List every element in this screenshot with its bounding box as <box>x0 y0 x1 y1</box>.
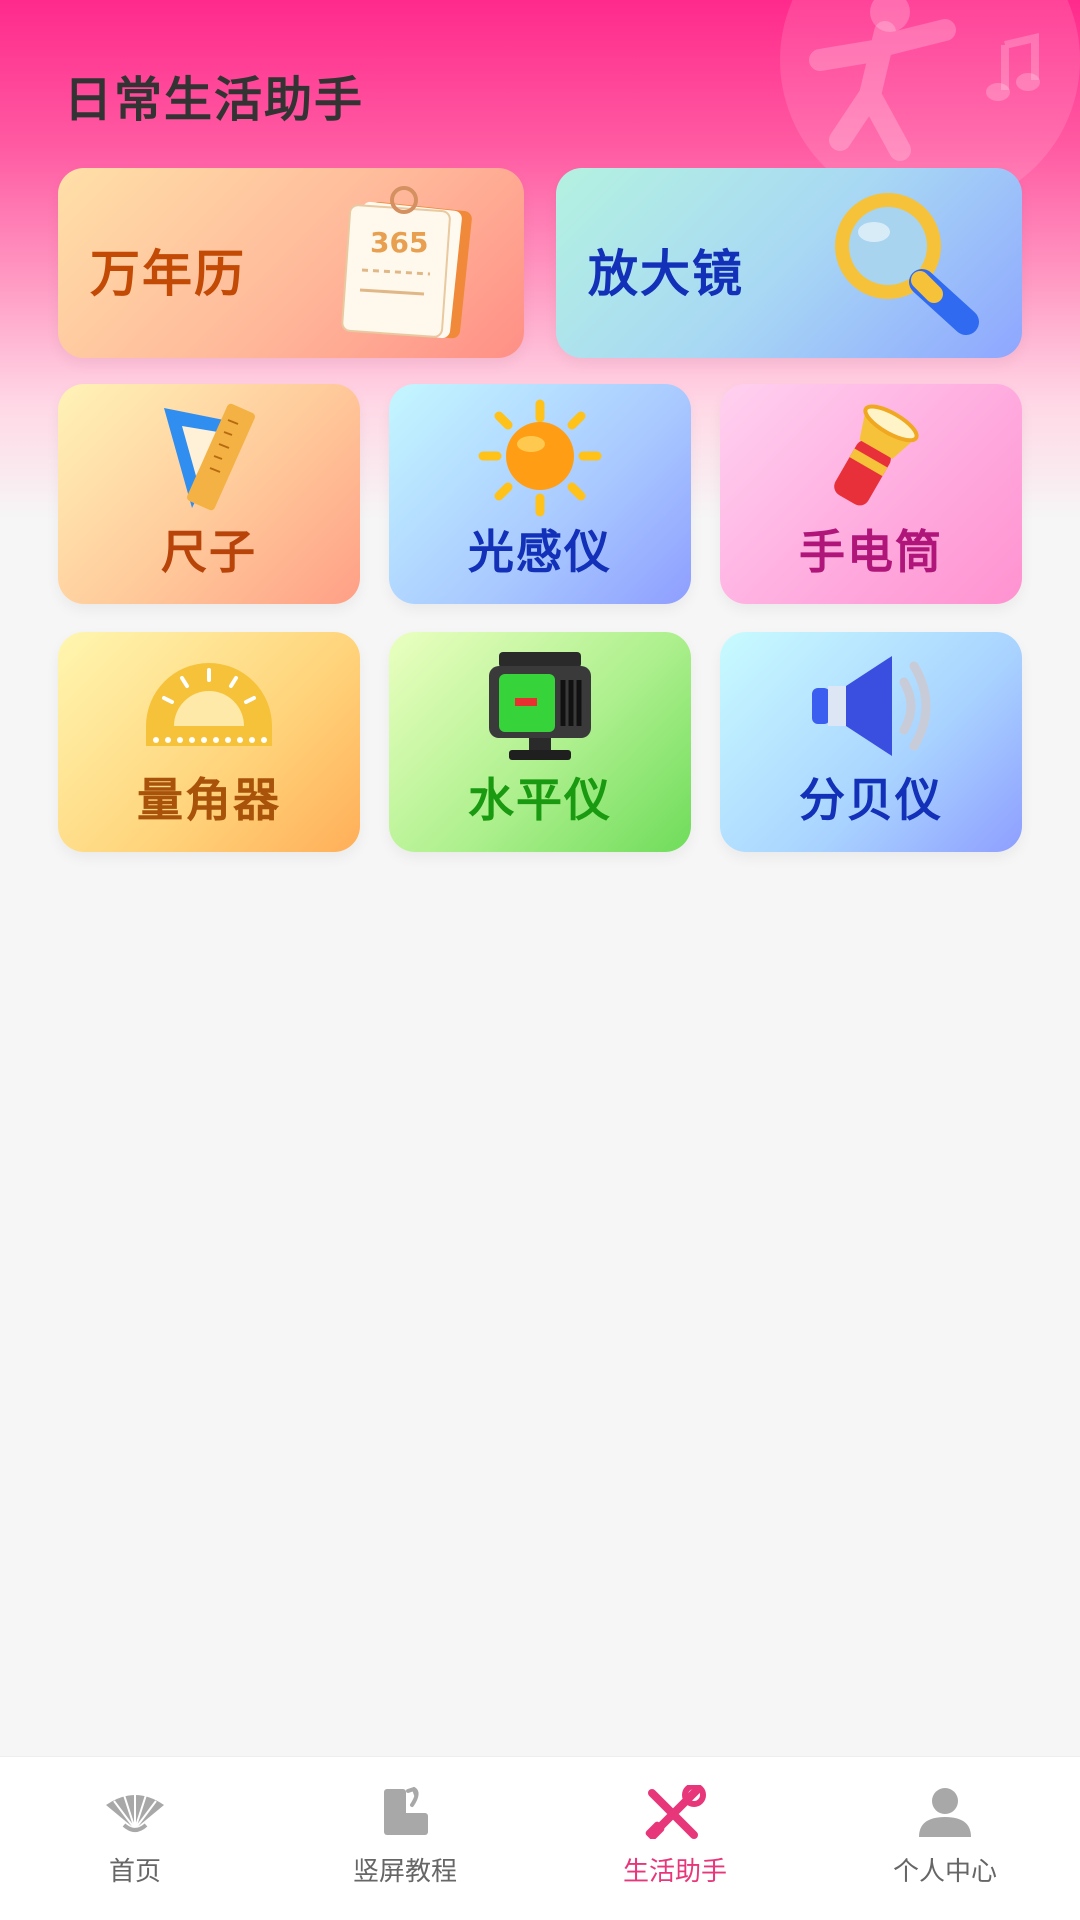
level-card[interactable]: 水平仪 <box>389 632 691 852</box>
calendar-card[interactable]: 万年历 365 <box>58 168 524 358</box>
page-title: 日常生活助手 <box>64 72 365 128</box>
calendar-icon: 365 <box>341 186 472 339</box>
flashlight-label: 手电筒 <box>799 525 943 579</box>
svg-text:365: 365 <box>370 226 428 259</box>
calendar-label: 万年历 <box>90 245 246 303</box>
portrait-tutorial-icon <box>384 1787 428 1835</box>
protractor-card[interactable]: 量角器 <box>58 632 360 852</box>
fan-icon <box>106 1793 164 1832</box>
flashlight-card[interactable]: 手电筒 <box>720 384 1022 604</box>
nav-item-life-assistant[interactable]: 生活助手 <box>540 1757 810 1920</box>
bottom-navigation: 首页 竖屏教程 生活助手 个人中心 <box>0 1756 1080 1920</box>
sun-icon <box>478 399 602 517</box>
speaker-icon <box>812 656 931 756</box>
decibel-meter-card[interactable]: 分贝仪 <box>720 632 1022 852</box>
level-label: 水平仪 <box>468 773 612 827</box>
magnifier-card[interactable]: 放大镜 <box>556 168 1022 358</box>
magnifier-label: 放大镜 <box>588 245 744 303</box>
protractor-icon <box>146 663 272 746</box>
nav-label-profile: 个人中心 <box>892 1857 997 1887</box>
magnifier-icon <box>835 193 979 335</box>
decibel-meter-label: 分贝仪 <box>799 773 943 827</box>
tools-icon <box>645 1785 706 1839</box>
nav-item-portrait-tutorial[interactable]: 竖屏教程 <box>270 1757 540 1920</box>
nav-label-portrait-tutorial: 竖屏教程 <box>352 1857 457 1887</box>
user-icon <box>919 1788 971 1837</box>
light-meter-label: 光感仪 <box>468 525 612 579</box>
nav-label-life-assistant: 生活助手 <box>622 1857 727 1887</box>
ruler-card[interactable]: 尺子 <box>58 384 360 604</box>
laser-level-icon <box>489 652 591 760</box>
light-meter-card[interactable]: 光感仪 <box>389 384 691 604</box>
nav-item-profile[interactable]: 个人中心 <box>810 1757 1080 1920</box>
ruler-label: 尺子 <box>161 525 257 579</box>
flashlight-icon <box>834 404 919 506</box>
nav-item-home[interactable]: 首页 <box>0 1757 270 1920</box>
protractor-label: 量角器 <box>137 773 281 827</box>
nav-label-home: 首页 <box>108 1857 161 1887</box>
ruler-icon <box>164 403 255 511</box>
